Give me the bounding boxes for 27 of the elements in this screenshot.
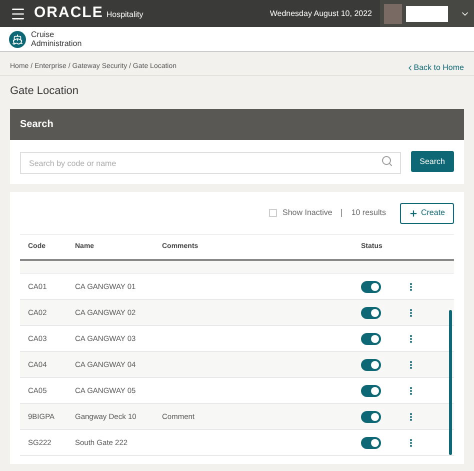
status-toggle[interactable] [361,332,381,344]
avatar-placeholder [384,4,402,24]
app-title: Cruise [31,30,56,39]
status-toggle[interactable] [361,436,381,448]
search-field[interactable]: Search by code or name [20,152,401,174]
status-toggle[interactable] [361,358,381,370]
status-toggle[interactable] [361,280,381,292]
menu-icon[interactable] [10,6,26,22]
create-button[interactable]: Create [400,202,454,224]
brand-suffix: Hospitality [106,9,144,21]
status-toggle[interactable] [361,306,381,318]
search-button[interactable]: Search [410,151,454,172]
user-name-field [406,6,448,22]
plus-icon [408,208,418,218]
ship-icon [9,30,26,48]
back-link[interactable]: Back to Home [406,62,464,74]
status-toggle[interactable] [361,410,381,422]
results-count: 10 results [351,207,386,219]
show-inactive-label: Show Inactive [282,207,332,219]
app-subtitle: Administration [31,39,82,48]
search-icon [380,154,393,166]
brand-logo: ORACLE [34,3,104,24]
user-area[interactable] [380,0,474,27]
date-text: Wednesday August 10, 2022 [270,8,372,20]
page-title: Gate Location [9,84,80,99]
search-title: Search [20,118,54,132]
status-toggle[interactable] [361,384,381,396]
